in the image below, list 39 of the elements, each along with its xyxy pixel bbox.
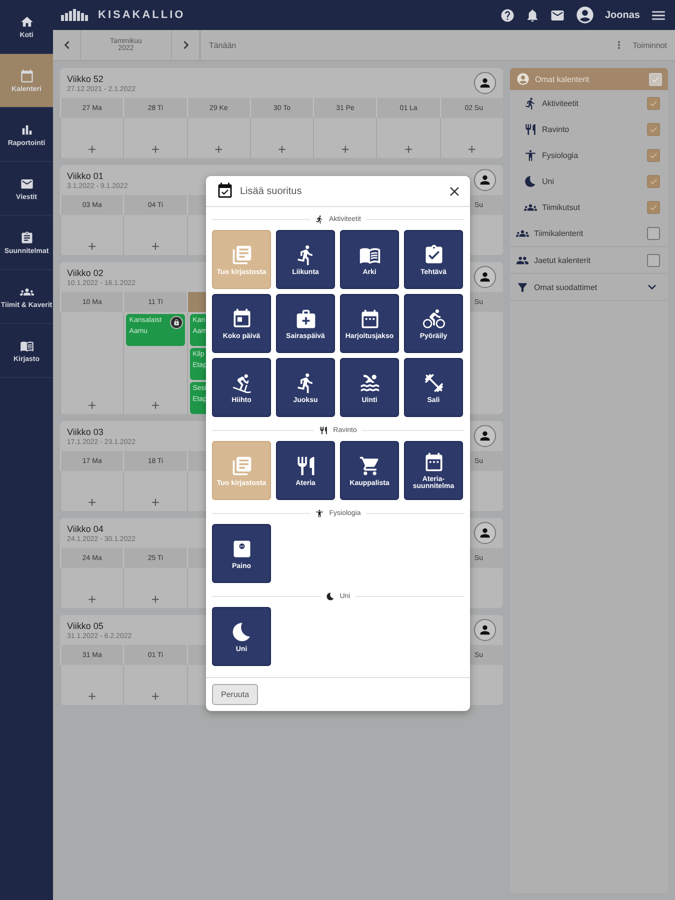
add-button[interactable]: + xyxy=(404,140,413,158)
filter-label: Uni xyxy=(542,176,556,186)
filter-label: Jaetut kalenterit xyxy=(534,256,592,264)
filter-label: Omat kalenterit xyxy=(535,74,590,84)
filter-label: Omat suodattimet xyxy=(534,282,598,292)
user-name: Joonas xyxy=(604,10,640,20)
add-button[interactable]: + xyxy=(151,396,160,414)
filter-header[interactable]: Omat kalenterit xyxy=(510,68,668,90)
logo-text: KISAKALLIO xyxy=(98,9,186,21)
add-button[interactable]: + xyxy=(88,687,96,705)
filter-label: Fysiologia xyxy=(542,150,580,160)
add-button[interactable]: + xyxy=(88,396,96,414)
week-title: Viikko 52 xyxy=(67,74,104,84)
week-title: Viikko 03 xyxy=(67,426,104,436)
add-button[interactable]: + xyxy=(151,687,160,705)
filter-label: Aktiviteetit xyxy=(542,98,580,108)
add-button[interactable]: + xyxy=(88,493,96,511)
add-button[interactable]: + xyxy=(151,140,160,158)
add-button[interactable]: + xyxy=(88,590,96,608)
filter-label: Ravinto xyxy=(542,124,570,134)
week-title: Viikko 04 xyxy=(67,524,104,534)
week-title: Viikko 02 xyxy=(67,268,104,278)
add-button[interactable]: + xyxy=(468,140,476,158)
add-button[interactable]: + xyxy=(214,140,223,158)
add-button[interactable]: + xyxy=(151,237,160,255)
cancel-button[interactable]: Peruuta xyxy=(212,684,258,705)
add-button[interactable]: + xyxy=(151,493,160,511)
dialog-title: Lisää suoritus xyxy=(240,186,303,196)
week-title: Viikko 05 xyxy=(67,620,104,630)
add-button[interactable]: + xyxy=(151,590,160,608)
add-button[interactable]: + xyxy=(88,237,96,255)
today-button[interactable]: Tänään xyxy=(200,30,605,60)
filter-label: Tiimikutsut xyxy=(542,202,581,212)
add-button[interactable]: + xyxy=(341,140,350,158)
week-title: Viikko 01 xyxy=(67,170,104,180)
add-button[interactable]: + xyxy=(88,140,96,158)
filter-label: Tiimikalenterit xyxy=(534,228,584,238)
actions-button[interactable]: Toiminnot xyxy=(604,30,675,60)
add-button[interactable]: + xyxy=(278,140,286,158)
